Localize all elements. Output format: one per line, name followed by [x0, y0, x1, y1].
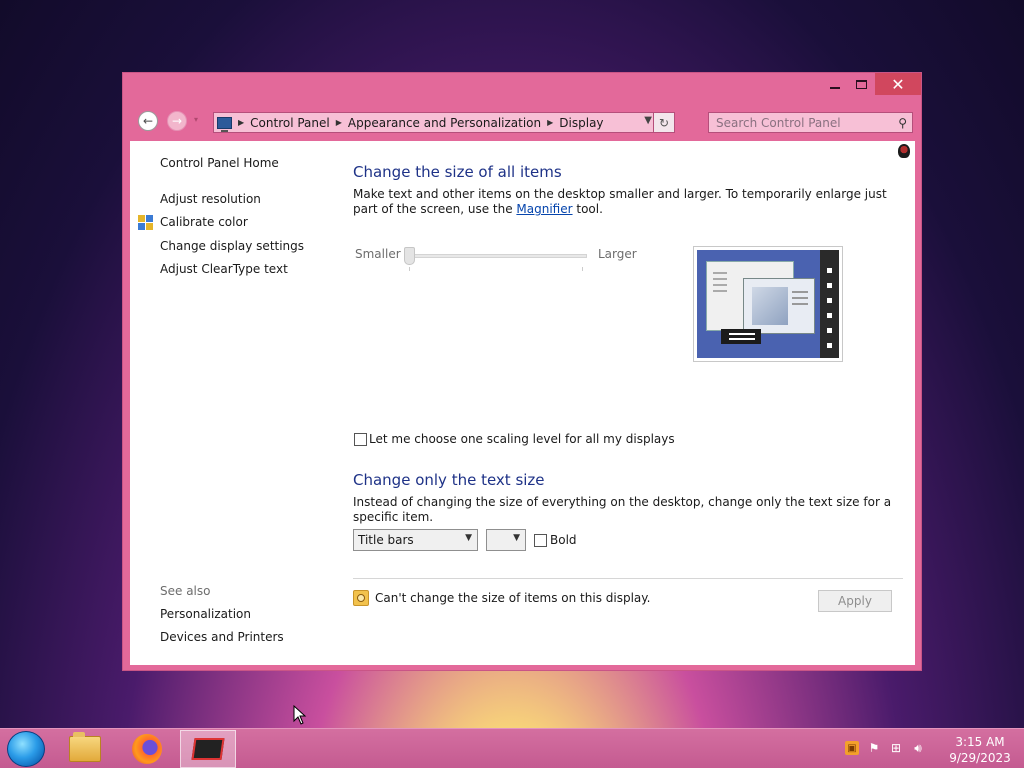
system-tray: ▣ ⚑ ⊞ 🔊︎ — [845, 741, 925, 755]
section-title-text-size: Change only the text size — [353, 471, 545, 489]
refresh-icon: ↻ — [658, 115, 670, 130]
breadcrumb-appearance[interactable]: Appearance and Personalization — [348, 116, 541, 130]
clock-time: 3:15 AM — [955, 735, 1005, 749]
item-select[interactable]: Title bars ▼ — [353, 529, 478, 551]
section-title-all-items: Change the size of all items — [353, 163, 562, 181]
slider-max-label: Larger — [598, 247, 637, 261]
mouse-cursor-icon — [293, 705, 307, 725]
recent-pages-dropdown[interactable]: ▾ — [194, 115, 198, 124]
preview-sidebar — [820, 250, 839, 358]
personalization-link[interactable]: Personalization — [160, 607, 251, 621]
notification-app-icon[interactable]: ▣ — [845, 741, 859, 755]
start-button[interactable] — [7, 731, 45, 767]
section-description-text-size: Instead of changing the size of everythi… — [353, 495, 892, 524]
bold-checkbox[interactable] — [534, 534, 547, 547]
preview-taskbar — [721, 329, 761, 344]
size-slider-thumb[interactable] — [404, 247, 415, 265]
magnifier-link[interactable]: Magnifier — [516, 202, 572, 216]
refresh-button[interactable]: ↻ — [653, 113, 674, 132]
maximize-icon — [856, 79, 867, 89]
breadcrumb-display[interactable]: Display — [559, 116, 603, 130]
slider-tick — [582, 267, 583, 271]
control-panel-window: ✕ ← → ▾ ▶ Control Panel ▶ Appearance and… — [122, 72, 922, 671]
bold-label[interactable]: Bold — [550, 533, 577, 547]
slider-min-label: Smaller — [355, 247, 401, 261]
search-placeholder: Search Control Panel — [716, 115, 841, 130]
devices-and-printers-link[interactable]: Devices and Printers — [160, 630, 284, 644]
maximize-button[interactable] — [848, 73, 875, 95]
description-text: Make text and other items on the desktop… — [353, 187, 887, 216]
back-button[interactable]: ← — [138, 111, 158, 131]
window-controls: ✕ — [821, 73, 921, 95]
adjust-resolution-link[interactable]: Adjust resolution — [160, 192, 261, 206]
change-display-settings-link[interactable]: Change display settings — [160, 239, 304, 253]
volume-icon[interactable]: 🔊︎ — [911, 741, 925, 755]
search-input[interactable]: Search Control Panel ⚲ — [708, 112, 913, 133]
chevron-right-icon[interactable]: ▶ — [547, 118, 553, 127]
control-panel-taskbar-button[interactable] — [180, 730, 236, 768]
main-pane: Change the size of all items Make text a… — [353, 141, 913, 665]
content-area: Control Panel Home Adjust resolution Cal… — [130, 141, 915, 665]
apply-button[interactable]: Apply — [818, 590, 892, 612]
minimize-button[interactable] — [821, 73, 848, 95]
taskbar: ▣ ⚑ ⊞ 🔊︎ 3:15 AM 9/29/2023 — [0, 728, 1024, 768]
arrow-left-icon: ← — [142, 114, 154, 128]
status-message: Can't change the size of items on this d… — [375, 591, 651, 605]
clock[interactable]: 3:15 AM 9/29/2023 — [946, 734, 1014, 766]
chevron-right-icon[interactable]: ▶ — [238, 118, 244, 127]
section-description-all-items: Make text and other items on the desktop… — [353, 187, 893, 217]
close-icon: ✕ — [891, 74, 905, 94]
display-settings-icon — [191, 738, 225, 760]
warning-icon — [353, 590, 369, 606]
control-panel-icon — [217, 116, 232, 132]
calibrate-color-icon — [138, 215, 153, 230]
see-also-heading: See also — [160, 584, 211, 598]
breadcrumb-control-panel[interactable]: Control Panel — [250, 116, 330, 130]
forward-button[interactable]: → — [167, 111, 187, 131]
chevron-down-icon: ▼ — [513, 533, 520, 543]
file-explorer-taskbar-button[interactable] — [57, 730, 113, 768]
calibrate-color-link[interactable]: Calibrate color — [160, 215, 248, 229]
flag-icon[interactable]: ⚑ — [867, 741, 881, 755]
adjust-cleartype-link[interactable]: Adjust ClearType text — [160, 262, 288, 276]
network-icon[interactable]: ⊞ — [889, 741, 903, 755]
address-bar[interactable]: ▶ Control Panel ▶ Appearance and Persona… — [213, 112, 675, 133]
display-preview — [693, 246, 843, 362]
chevron-down-icon: ▼ — [465, 533, 472, 543]
firefox-taskbar-button[interactable] — [119, 730, 175, 768]
preview-screen — [697, 250, 839, 358]
navigation-bar: ← → ▾ ▶ Control Panel ▶ Appearance and P… — [123, 109, 921, 135]
minimize-icon — [829, 87, 840, 89]
item-select-value: Title bars — [358, 533, 414, 547]
divider — [353, 578, 903, 579]
chevron-down-icon[interactable]: ▼ — [644, 115, 652, 126]
folder-icon — [69, 732, 101, 762]
control-panel-home-link[interactable]: Control Panel Home — [160, 156, 279, 170]
chevron-right-icon[interactable]: ▶ — [336, 118, 342, 127]
close-button[interactable]: ✕ — [875, 73, 921, 95]
scaling-level-label[interactable]: Let me choose one scaling level for all … — [369, 432, 675, 446]
scaling-level-checkbox[interactable] — [354, 433, 367, 446]
size-select[interactable]: ▼ — [486, 529, 526, 551]
slider-tick — [409, 267, 410, 271]
arrow-right-icon: → — [171, 114, 183, 128]
size-slider-track[interactable] — [409, 254, 587, 258]
search-icon[interactable]: ⚲ — [898, 116, 907, 130]
description-text-end: tool. — [572, 202, 603, 216]
clock-date: 9/29/2023 — [949, 751, 1011, 765]
left-pane: Control Panel Home Adjust resolution Cal… — [130, 141, 345, 665]
preview-window — [743, 278, 815, 334]
firefox-icon — [132, 734, 162, 764]
preview-image — [752, 287, 788, 325]
